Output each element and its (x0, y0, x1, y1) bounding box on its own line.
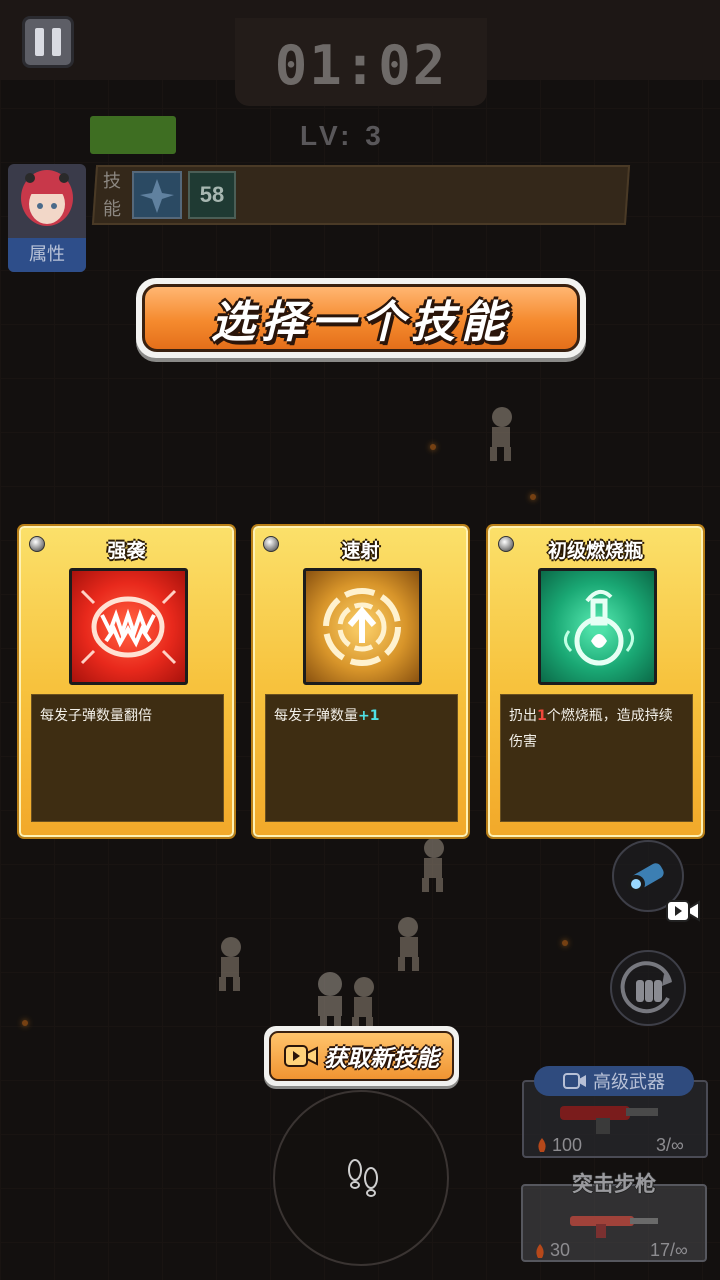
reload-ammo-icon (620, 961, 672, 1014)
get-new-skill-button[interactable]: 获取新技能 (264, 1026, 459, 1086)
pause-icon (35, 28, 44, 56)
experience-bar (90, 116, 176, 154)
movement-joystick[interactable] (273, 1090, 449, 1266)
advanced-weapon-ammo: 3/∞ (656, 1135, 684, 1155)
player-level: LV: 3 (300, 120, 385, 151)
attributes-label: 属性 (8, 238, 86, 272)
crosshair-arrow-icon (303, 568, 422, 685)
fangs-icon (69, 568, 188, 685)
skill-card-rapid-fire[interactable]: 速射 每发子弹数量+1 (253, 526, 468, 837)
skill-card-description: 每发子弹数量翻倍 (31, 694, 224, 822)
flame-icon (536, 1244, 544, 1258)
reload-button[interactable] (610, 950, 686, 1026)
heavy-gun-icon (560, 1106, 658, 1134)
assault-rifle-icon (570, 1216, 658, 1238)
pause-icon (52, 28, 61, 56)
current-weapon-power: 30 (550, 1240, 571, 1260)
choose-skill-banner: 选择一个技能 (136, 278, 586, 358)
skill-card-description: 扔出1个燃烧瓶，造成持续伤害 (500, 694, 693, 822)
skill-card-molotov[interactable]: 初级燃烧瓶 扔出1个燃烧瓶，造成持续伤害 (488, 526, 703, 837)
game-timer: 01:02 (274, 34, 448, 97)
footprints-icon (348, 1159, 378, 1197)
current-weapon-name: 突击步枪 (572, 1172, 656, 1196)
skill-card-title: 初级燃烧瓶 (547, 540, 643, 562)
flame-icon (538, 1138, 546, 1152)
dialog-title: 选择一个技能 (211, 297, 511, 348)
skill-slot-count[interactable]: 58 (188, 171, 236, 219)
skill-card-title: 速射 (341, 540, 380, 562)
video-play-icon (284, 1045, 318, 1067)
character-attributes-button[interactable]: 属性 (8, 164, 86, 272)
avatar (21, 170, 73, 226)
timer-panel: 01:02 (235, 18, 487, 106)
current-weapon-ammo: 17/∞ (650, 1240, 688, 1260)
skill-card-title: 强袭 (107, 540, 146, 562)
ice-crystal-icon (140, 179, 174, 213)
skill-card-description: 每发子弹数量+1 (265, 694, 458, 822)
potion-flask-icon (538, 568, 657, 685)
advanced-weapon-label: 高级武器 (593, 1072, 665, 1093)
pause-button[interactable] (22, 16, 74, 68)
get-new-skill-label: 获取新技能 (324, 1046, 439, 1072)
skill-slot-ice[interactable] (132, 171, 182, 219)
video-ad-icon (666, 900, 700, 922)
skill-card-assault[interactable]: 强袭 每发子弹数量翻倍 (19, 526, 234, 837)
video-play-icon (563, 1073, 586, 1089)
advanced-weapon-power: 100 (552, 1135, 583, 1155)
skill-bar-label: 技能 (103, 171, 121, 220)
advanced-weapon-header: 高级武器 (534, 1066, 694, 1096)
